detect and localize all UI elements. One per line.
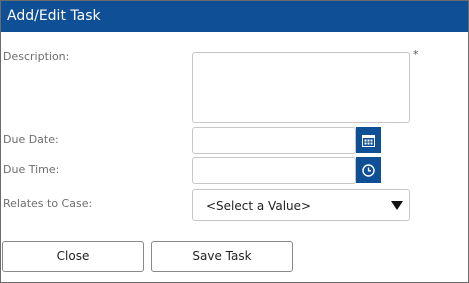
clock-icon: [362, 163, 375, 177]
relates-to-case-label: Relates to Case:: [3, 197, 93, 210]
time-picker-button[interactable]: [356, 157, 381, 183]
dialog-title: Add/Edit Task: [1, 1, 468, 32]
relates-to-case-select[interactable]: <Select a Value>: [192, 189, 410, 221]
date-picker-button[interactable]: [356, 127, 381, 153]
calendar-icon: [362, 134, 375, 147]
close-button[interactable]: Close: [2, 241, 144, 272]
select-value: <Select a Value>: [206, 199, 312, 213]
add-edit-task-dialog: Add/Edit Task Description: * Due Date: D…: [0, 0, 469, 283]
due-time-label: Due Time:: [3, 163, 60, 176]
description-label: Description:: [3, 50, 70, 63]
required-marker: *: [413, 48, 419, 61]
caret-down-icon: [391, 201, 403, 210]
due-date-input[interactable]: [192, 127, 356, 154]
save-task-button[interactable]: Save Task: [151, 241, 293, 272]
description-textarea[interactable]: [192, 52, 410, 123]
due-date-label: Due Date:: [3, 133, 59, 146]
due-time-input[interactable]: [192, 157, 356, 184]
